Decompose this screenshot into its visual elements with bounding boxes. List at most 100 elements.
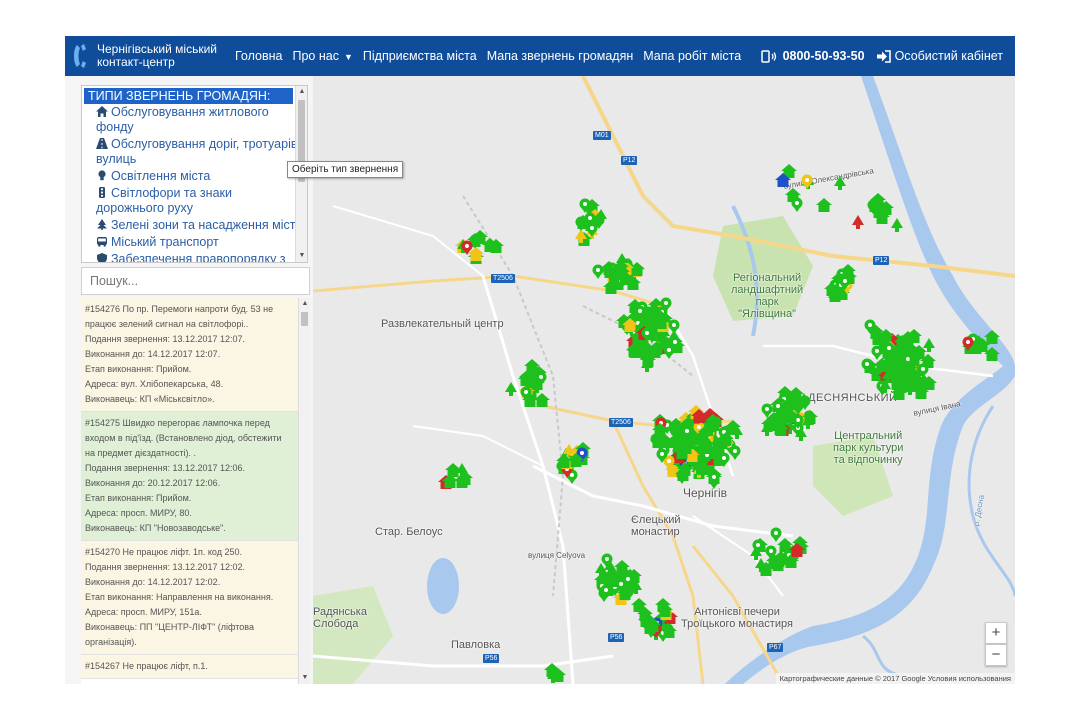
category-law-order[interactable]: Забезпечення правопорядку з: [82, 251, 307, 262]
category-header[interactable]: ТИПИ ЗВЕРНЕНЬ ГРОМАДЯН:: [84, 88, 293, 104]
map-marker[interactable]: [816, 198, 832, 213]
phone-number: 0800-50-93-50: [782, 49, 865, 63]
map-marker[interactable]: [800, 174, 814, 189]
road-icon: [96, 138, 108, 149]
scroll-down-icon[interactable]: ▼: [299, 672, 310, 684]
map-marker[interactable]: [534, 393, 550, 408]
map-marker[interactable]: [833, 176, 847, 191]
scroll-down-icon[interactable]: ▼: [296, 250, 307, 262]
map-marker[interactable]: [838, 275, 852, 290]
map[interactable]: M01 P12 T2506 T2506 P56 P56 P67 P12 Регі…: [313, 76, 1015, 684]
map-marker[interactable]: [972, 335, 986, 350]
map-marker[interactable]: [661, 624, 677, 639]
nav-enterprises[interactable]: Підприємства міста: [363, 49, 477, 63]
map-marker[interactable]: [984, 330, 1000, 345]
complaints-list[interactable]: #154276 По пр. Перемоги напроти буд. 53 …: [81, 298, 310, 684]
map-marker[interactable]: [594, 209, 608, 224]
category-traffic-lights[interactable]: Світлофори та знаки дорожнього руху: [82, 185, 307, 217]
map-marker[interactable]: [867, 198, 883, 213]
road-shield: P12: [873, 256, 890, 265]
map-marker[interactable]: [907, 346, 923, 361]
map-marker[interactable]: [645, 618, 661, 633]
ticket-item[interactable]: #154276 По пр. Перемоги напроти буд. 53 …: [81, 298, 310, 412]
map-marker[interactable]: [760, 403, 774, 418]
map-marker[interactable]: [640, 327, 654, 342]
brand[interactable]: Чернігівський міський контакт-центр: [65, 43, 225, 69]
map-marker[interactable]: [769, 527, 783, 542]
map-marker[interactable]: [640, 309, 656, 324]
search-input[interactable]: [81, 267, 310, 295]
road-shield: M01: [593, 131, 611, 140]
ticket-item[interactable]: #154275 Швидко перегорає лампочка перед …: [81, 412, 310, 541]
zoom-out-button[interactable]: −: [985, 644, 1007, 666]
map-marker[interactable]: [695, 461, 711, 476]
sidebar: ТИПИ ЗВЕРНЕНЬ ГРОМАДЯН: Обслуговування ж…: [65, 76, 404, 684]
map-marker[interactable]: [591, 264, 605, 279]
map-marker[interactable]: [691, 409, 707, 424]
category-green-zones[interactable]: Зелені зони та насадження міста: [82, 217, 307, 234]
personal-cabinet-link[interactable]: Особистий кабінет: [876, 49, 1003, 63]
map-marker[interactable]: [519, 386, 533, 401]
map-marker[interactable]: [860, 358, 874, 373]
hotline[interactable]: 0800-50-93-50: [760, 49, 865, 63]
map-marker[interactable]: [621, 573, 635, 588]
map-marker[interactable]: [984, 347, 1000, 362]
category-listbox[interactable]: ТИПИ ЗВЕРНЕНЬ ГРОМАДЯН: Обслуговування ж…: [81, 85, 308, 263]
map-marker[interactable]: [652, 423, 668, 438]
map-marker[interactable]: [863, 319, 877, 334]
scroll-up-icon[interactable]: ▲: [296, 86, 307, 98]
scroll-thumb[interactable]: [301, 312, 308, 326]
map-marker[interactable]: [773, 551, 789, 566]
nav-complaints-map[interactable]: Мапа звернень громадян: [487, 49, 634, 63]
map-marker[interactable]: [706, 417, 722, 432]
category-housing[interactable]: Обслуговування житлового фонду: [82, 104, 307, 136]
map-marker[interactable]: [677, 462, 693, 477]
map-marker[interactable]: [908, 378, 924, 393]
ticket-item[interactable]: #154270 Не працює ліфт. 1п. код 250. Под…: [81, 541, 310, 655]
map-marker[interactable]: [894, 366, 908, 381]
category-lighting[interactable]: Освітлення міста: [82, 168, 307, 185]
map-marker[interactable]: [730, 425, 744, 440]
nav-works-map[interactable]: Мапа робіт міста: [643, 49, 741, 63]
caret-down-icon: ▼: [343, 52, 353, 62]
map-marker[interactable]: [667, 319, 681, 334]
map-marker[interactable]: [717, 452, 731, 467]
map-marker[interactable]: [851, 215, 865, 230]
nav-about[interactable]: Про нас ▼: [293, 49, 353, 63]
category-roads[interactable]: Обслуговування доріг, тротуарів, вулиць: [82, 136, 307, 168]
map-marker[interactable]: [916, 363, 930, 378]
map-marker[interactable]: [617, 271, 633, 286]
map-marker[interactable]: [775, 173, 791, 188]
map-marker[interactable]: [789, 543, 805, 558]
map-marker[interactable]: [657, 603, 673, 618]
map-marker[interactable]: [797, 393, 811, 408]
map-marker[interactable]: [674, 445, 690, 460]
map-marker[interactable]: [649, 341, 665, 356]
map-marker[interactable]: [460, 240, 474, 255]
map-marker[interactable]: [578, 198, 592, 213]
map-marker[interactable]: [655, 448, 669, 463]
map-marker[interactable]: [668, 336, 682, 351]
map-marker[interactable]: [749, 546, 763, 561]
map-marker[interactable]: [790, 197, 804, 212]
ticket-item[interactable]: #154267 Не працює ліфт, п.1.: [81, 655, 310, 679]
nav-home[interactable]: Головна: [235, 49, 283, 63]
map-marker[interactable]: [544, 663, 560, 678]
map-marker[interactable]: [504, 382, 518, 397]
category-transport[interactable]: Міський транспорт: [82, 234, 307, 251]
map-marker[interactable]: [594, 563, 608, 578]
map-marker[interactable]: [680, 425, 694, 440]
zoom-in-button[interactable]: +: [985, 622, 1007, 644]
map-label-radyanska: Радянська Слобода: [313, 606, 367, 630]
map-marker[interactable]: [773, 422, 789, 437]
map-marker[interactable]: [827, 288, 843, 303]
scroll-up-icon[interactable]: ▲: [299, 298, 310, 310]
complaints-scrollbar[interactable]: ▲ ▼: [298, 298, 310, 684]
map-marker[interactable]: [482, 238, 498, 253]
map-marker[interactable]: [599, 584, 613, 599]
map-marker[interactable]: [890, 218, 904, 233]
map-marker[interactable]: [442, 474, 458, 489]
map-marker[interactable]: [783, 409, 799, 424]
map-marker[interactable]: [556, 454, 572, 469]
map-marker[interactable]: [882, 342, 896, 357]
